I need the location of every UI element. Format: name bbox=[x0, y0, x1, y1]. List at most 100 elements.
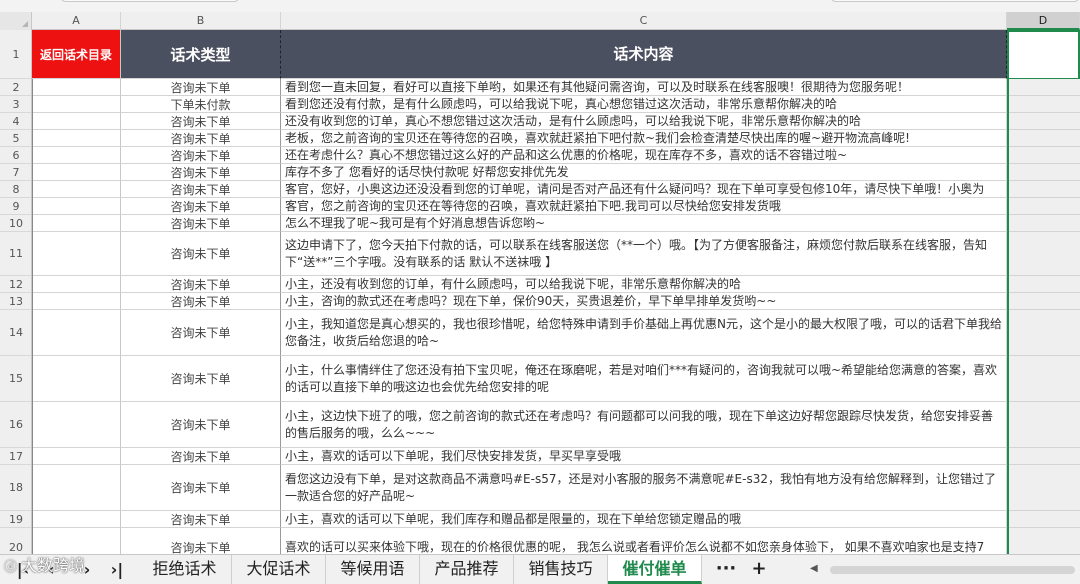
cell-a[interactable] bbox=[32, 511, 121, 528]
row-number[interactable]: 18 bbox=[0, 465, 31, 511]
cell-d[interactable] bbox=[1007, 528, 1080, 554]
cell-content[interactable]: 老板，您之前咨询的宝贝还在等待您的召唤，喜欢就赶紧拍下吧付款~我们会检查清楚尽快… bbox=[281, 130, 1007, 147]
select-all-corner[interactable] bbox=[0, 12, 32, 30]
sheet-tab[interactable]: 大促话术 bbox=[232, 555, 326, 584]
cell-d[interactable] bbox=[1007, 96, 1080, 113]
cell-d[interactable] bbox=[1007, 402, 1080, 448]
cell-type[interactable]: 咨询未下单 bbox=[121, 79, 281, 96]
cell-a[interactable] bbox=[32, 356, 121, 402]
sheet-grid[interactable]: 返回话术目录 话术类型 话术内容 咨询未下单 看到您一直未回复，看好可以直接下单哟，如果… bbox=[32, 30, 1080, 554]
cell-d[interactable] bbox=[1007, 511, 1080, 528]
column-header-c[interactable]: C bbox=[281, 12, 1007, 30]
cell-type[interactable]: 咨询未下单 bbox=[121, 276, 281, 293]
cell-type[interactable]: 咨询未下单 bbox=[121, 465, 281, 511]
cell-a[interactable] bbox=[32, 465, 121, 511]
cell-a[interactable] bbox=[32, 402, 121, 448]
cell-content[interactable]: 看到您一直未回复，看好可以直接下单哟，如果还有其他疑问需咨询，可以及时联系在线客… bbox=[281, 79, 1007, 96]
sheet-tab[interactable]: 催付催单 bbox=[608, 555, 702, 584]
row-number[interactable]: 2 bbox=[0, 79, 31, 96]
row-number[interactable]: 15 bbox=[0, 356, 31, 402]
cell-a[interactable] bbox=[32, 215, 121, 232]
cell-a[interactable] bbox=[32, 310, 121, 356]
horizontal-scrollbar[interactable]: ◀ bbox=[800, 561, 1080, 579]
cell-a[interactable] bbox=[32, 276, 121, 293]
cell-type[interactable]: 咨询未下单 bbox=[121, 113, 281, 130]
column-header-b[interactable]: B bbox=[121, 12, 281, 30]
cell-d[interactable] bbox=[1007, 276, 1080, 293]
return-to-index-button[interactable]: 返回话术目录 bbox=[32, 30, 121, 79]
row-number[interactable]: 13 bbox=[0, 293, 31, 310]
row-number[interactable]: 10 bbox=[0, 215, 31, 232]
cell-type[interactable]: 咨询未下单 bbox=[121, 402, 281, 448]
cell-d[interactable] bbox=[1007, 448, 1080, 465]
cell-content[interactable]: 小主，这边快下班了的哦，您之前咨询的款式还在考虑吗？有问题都可以问我的哦，现在下… bbox=[281, 402, 1007, 448]
cell-d[interactable] bbox=[1007, 310, 1080, 356]
cell-type[interactable]: 咨询未下单 bbox=[121, 215, 281, 232]
cell-d[interactable] bbox=[1007, 232, 1080, 276]
cell-content[interactable]: 库存不多了 您看好的话尽快付款呢 好帮您安排优先发 bbox=[281, 164, 1007, 181]
cell-type[interactable]: 咨询未下单 bbox=[121, 511, 281, 528]
cell-d[interactable] bbox=[1007, 356, 1080, 402]
cell-content[interactable]: 看到您还没有付款，是有什么顾虑吗，可以给我说下呢，真心想您错过这次活动，非常乐意… bbox=[281, 96, 1007, 113]
cell-type[interactable]: 咨询未下单 bbox=[121, 130, 281, 147]
cell-d[interactable] bbox=[1007, 198, 1080, 215]
cell-a[interactable] bbox=[32, 232, 121, 276]
row-number[interactable]: 19 bbox=[0, 511, 31, 528]
cell-a[interactable] bbox=[32, 130, 121, 147]
row-number[interactable]: 11 bbox=[0, 232, 31, 276]
cell-content[interactable]: 看您这边没有下单，是对这款商品不满意吗#E-s57，还是对小客服的服务不满意呢#… bbox=[281, 465, 1007, 511]
last-sheet-button[interactable]: ›| bbox=[104, 559, 130, 581]
row-number[interactable]: 12 bbox=[0, 276, 31, 293]
row-number[interactable]: 14 bbox=[0, 310, 31, 356]
row-number[interactable]: 17 bbox=[0, 448, 31, 465]
sheet-tab[interactable]: 产品推荐 bbox=[420, 555, 514, 584]
cell-type[interactable]: 咨询未下单 bbox=[121, 232, 281, 276]
row-number[interactable]: 7 bbox=[0, 164, 31, 181]
cell-content[interactable]: 还在考虑什么？真心不想您错过这么好的产品和这么优惠的价格呢，现在库存不多，喜欢的… bbox=[281, 147, 1007, 164]
cell-a[interactable] bbox=[32, 293, 121, 310]
row-number[interactable]: 8 bbox=[0, 181, 31, 198]
sheet-tab[interactable]: 销售技巧 bbox=[514, 555, 608, 584]
cell-d[interactable] bbox=[1007, 147, 1080, 164]
cell-d[interactable] bbox=[1007, 215, 1080, 232]
row-number[interactable]: 20 bbox=[0, 528, 31, 554]
cell-type[interactable]: 下单未付款 bbox=[121, 96, 281, 113]
row-number[interactable]: 1 bbox=[0, 30, 31, 79]
cell-type[interactable]: 咨询未下单 bbox=[121, 528, 281, 554]
cell-content[interactable]: 客官，您之前咨询的宝贝还在等待您的召唤，喜欢就赶紧拍下吧.我司可以尽快给您安排发… bbox=[281, 198, 1007, 215]
column-header-d[interactable]: D bbox=[1007, 12, 1080, 30]
cell-d[interactable] bbox=[1007, 293, 1080, 310]
cell-d[interactable] bbox=[1007, 130, 1080, 147]
cell-a[interactable] bbox=[32, 79, 121, 96]
row-number[interactable]: 5 bbox=[0, 130, 31, 147]
cell-content[interactable]: 小主，咨询的款式还在考虑吗？现在下单，保价90天，买贵退差价，早下单早排单发货哟… bbox=[281, 293, 1007, 310]
cell-content[interactable]: 客官，您好，小奥这边还没没看到您的订单呢，请问是否对产品还有什么疑问吗？现在下单… bbox=[281, 181, 1007, 198]
row-number[interactable]: 4 bbox=[0, 113, 31, 130]
cell-content[interactable]: 还没有收到您的订单，真心不想您错过这次活动，是有什么顾虑吗，可以给我说下呢，非常… bbox=[281, 113, 1007, 130]
cell-content[interactable]: 小主，什么事情绊住了您还没有拍下宝贝呢，俺还在琢磨呢，若是对咱们***有疑问的，… bbox=[281, 356, 1007, 402]
cell-type[interactable]: 咨询未下单 bbox=[121, 448, 281, 465]
cell-content[interactable]: 小主，还没有收到您的订单，有什么顾虑吗，可以给我说下呢，非常乐意帮你解决的哈 bbox=[281, 276, 1007, 293]
scroll-left-icon[interactable]: ◀ bbox=[810, 563, 818, 574]
cell-content[interactable]: 小主，我知道您是真心想买的，我也很珍惜呢，给您特殊申请到手价基础上再优惠N元，这… bbox=[281, 310, 1007, 356]
cell-type[interactable]: 咨询未下单 bbox=[121, 356, 281, 402]
cell-content[interactable]: 小主，喜欢的话可以下单呢，我们库存和赠品都是限量的，现在下单给您锁定赠品的哦 bbox=[281, 511, 1007, 528]
sheet-tab[interactable]: 拒绝话术 bbox=[138, 555, 232, 584]
cell-d[interactable] bbox=[1007, 79, 1080, 96]
cell-a[interactable] bbox=[32, 198, 121, 215]
cell-a[interactable] bbox=[32, 147, 121, 164]
cell-a[interactable] bbox=[32, 528, 121, 554]
cell-d[interactable] bbox=[1007, 181, 1080, 198]
cell-type[interactable]: 咨询未下单 bbox=[121, 164, 281, 181]
cell-a[interactable] bbox=[32, 96, 121, 113]
column-header-a[interactable]: A bbox=[32, 12, 121, 30]
add-sheet-button[interactable]: + bbox=[744, 555, 774, 584]
cell-content[interactable]: 小主，喜欢的话可以下单呢，我们尽快安排发货，早买早享受哦 bbox=[281, 448, 1007, 465]
sheet-tab[interactable]: 等候用语 bbox=[326, 555, 420, 584]
cell-content[interactable]: 喜欢的话可以买来体验下哦，现在的价格很优惠的呢， 我怎么说或者看评价怎么说都不如… bbox=[281, 528, 1007, 554]
cell-d[interactable] bbox=[1007, 465, 1080, 511]
cell-a[interactable] bbox=[32, 164, 121, 181]
more-sheets-button[interactable]: ··· bbox=[708, 555, 744, 584]
cell-a[interactable] bbox=[32, 448, 121, 465]
row-number[interactable]: 9 bbox=[0, 198, 31, 215]
